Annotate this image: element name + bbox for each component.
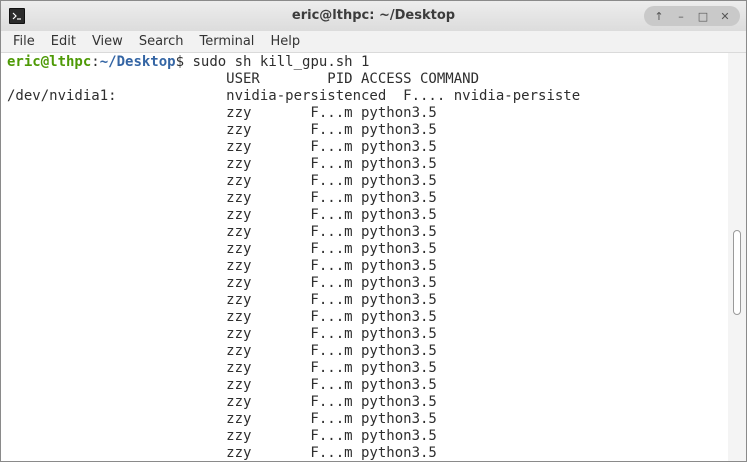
output-process-line: zzy F...m python3.5 bbox=[7, 105, 437, 121]
menu-terminal[interactable]: Terminal bbox=[191, 31, 262, 52]
terminal-window: eric@lthpc: ~/Desktop ↑ – □ ✕ File Edit … bbox=[0, 0, 747, 462]
window-controls: ↑ – □ ✕ bbox=[644, 6, 740, 26]
prompt-separator: : bbox=[91, 54, 100, 70]
minimize-button[interactable]: – bbox=[670, 6, 692, 26]
output-process-line: zzy F...m python3.5 bbox=[7, 309, 437, 325]
output-process-line: zzy F...m python3.5 bbox=[7, 173, 437, 189]
menu-view[interactable]: View bbox=[84, 31, 131, 52]
output-process-line: zzy F...m python3.5 bbox=[7, 258, 437, 274]
prompt-user-host: eric@lthpc bbox=[7, 54, 92, 70]
menu-file[interactable]: File bbox=[1, 31, 43, 52]
output-process-line: zzy F...m python3.5 bbox=[7, 275, 437, 291]
prompt-symbol: $ bbox=[175, 54, 185, 70]
terminal-output-area[interactable]: eric@lthpc:~/Desktop$ sudo sh kill_gpu.s… bbox=[1, 53, 728, 461]
output-process-line: zzy F...m python3.5 bbox=[7, 428, 437, 444]
output-process-line: zzy F...m python3.5 bbox=[7, 207, 437, 223]
output-process-line: zzy F...m python3.5 bbox=[7, 445, 437, 461]
output-process-line: zzy F...m python3.5 bbox=[7, 292, 437, 308]
menu-help[interactable]: Help bbox=[262, 31, 308, 52]
maximize-button[interactable]: □ bbox=[692, 6, 714, 26]
prompt-path: ~/Desktop bbox=[99, 54, 176, 70]
output-process-line: zzy F...m python3.5 bbox=[7, 411, 437, 427]
prompt-line: eric@lthpc:~/Desktop$ sudo sh kill_gpu.s… bbox=[7, 54, 369, 71]
close-button[interactable]: ✕ bbox=[714, 6, 736, 26]
output-process-line: zzy F...m python3.5 bbox=[7, 139, 437, 155]
prompt-command: sudo sh kill_gpu.sh 1 bbox=[184, 54, 370, 70]
output-process-line: zzy F...m python3.5 bbox=[7, 241, 437, 257]
output-process-line: zzy F...m python3.5 bbox=[7, 394, 437, 410]
title-bar[interactable]: eric@lthpc: ~/Desktop ↑ – □ ✕ bbox=[1, 1, 746, 32]
output-device-line: /dev/nvidia1: nvidia-persistenced F.... … bbox=[7, 88, 581, 104]
scrollbar-thumb[interactable] bbox=[733, 230, 741, 315]
vertical-scrollbar[interactable] bbox=[728, 53, 746, 461]
output-process-line: zzy F...m python3.5 bbox=[7, 326, 437, 342]
shade-up-button[interactable]: ↑ bbox=[648, 6, 670, 26]
output-header: USER PID ACCESS COMMAND bbox=[7, 71, 480, 87]
output-process-line: zzy F...m python3.5 bbox=[7, 156, 437, 172]
output-process-line: zzy F...m python3.5 bbox=[7, 377, 437, 393]
menu-edit[interactable]: Edit bbox=[43, 31, 84, 52]
output-process-line: zzy F...m python3.5 bbox=[7, 190, 437, 206]
output-process-line: zzy F...m python3.5 bbox=[7, 343, 437, 359]
output-process-line: zzy F...m python3.5 bbox=[7, 360, 437, 376]
menu-search[interactable]: Search bbox=[131, 31, 192, 52]
output-process-line: zzy F...m python3.5 bbox=[7, 122, 437, 138]
menu-bar: File Edit View Search Terminal Help bbox=[1, 31, 746, 53]
window-title: eric@lthpc: ~/Desktop bbox=[291, 8, 456, 23]
output-process-line: zzy F...m python3.5 bbox=[7, 224, 437, 240]
